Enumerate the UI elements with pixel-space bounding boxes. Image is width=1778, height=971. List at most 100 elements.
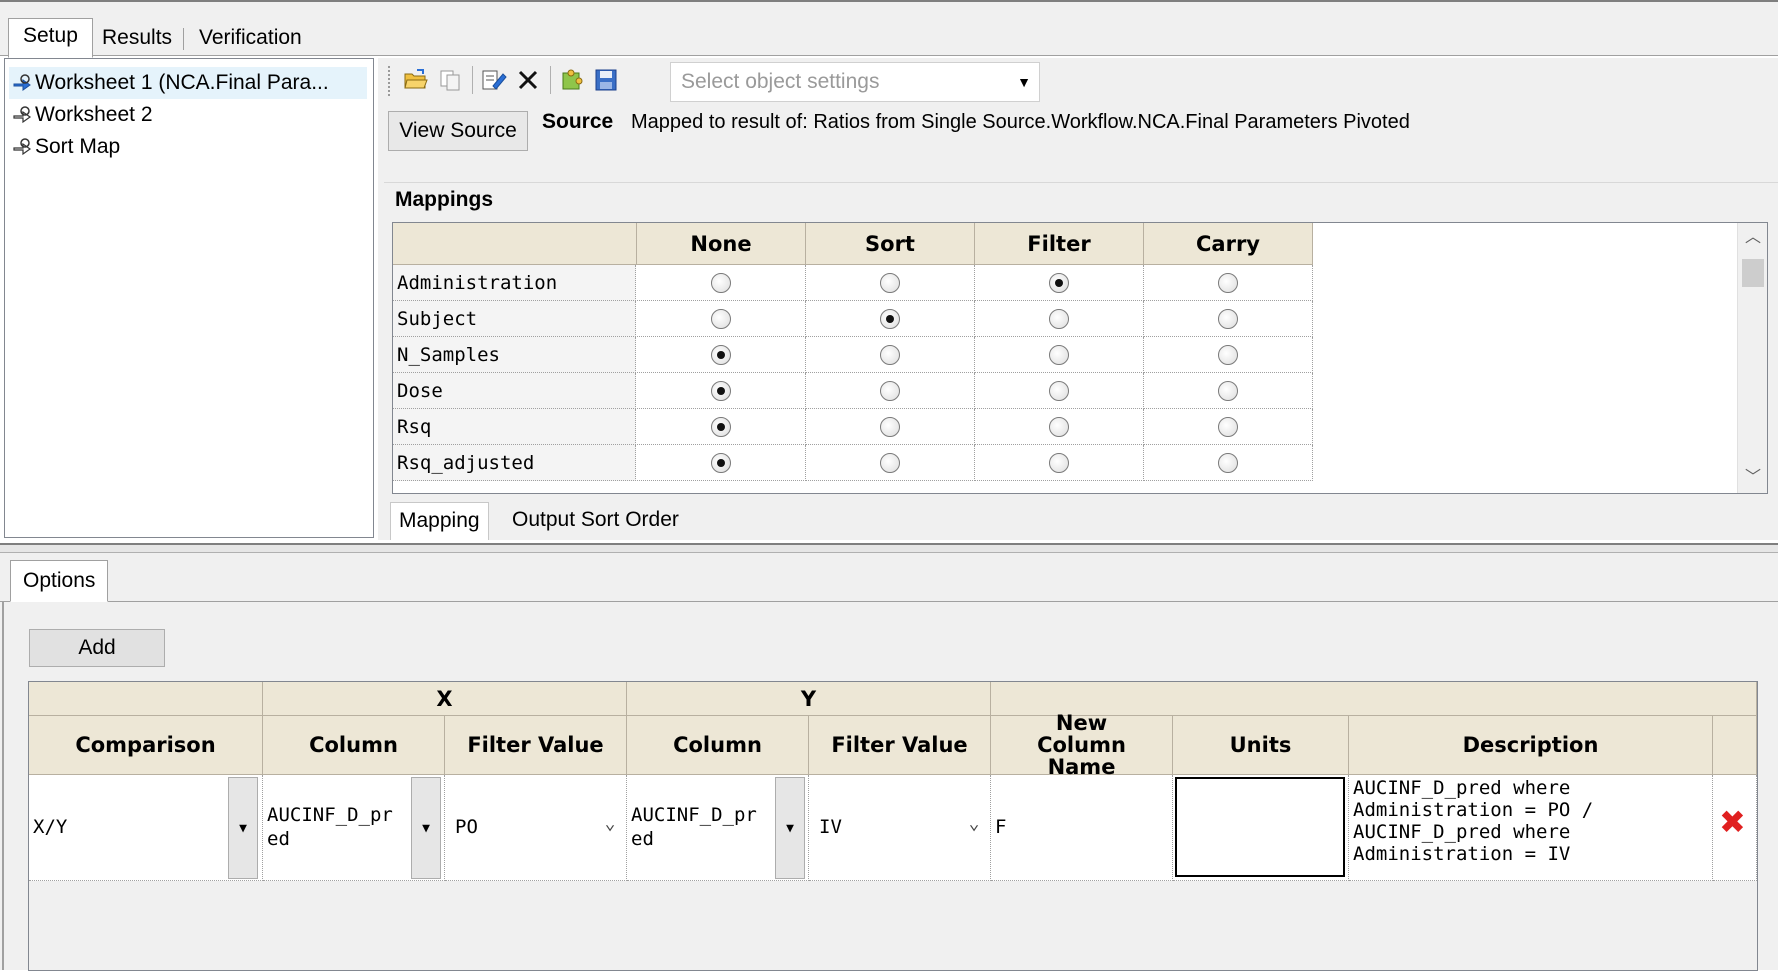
mappings-cell-none bbox=[637, 265, 806, 301]
mappings-cell-carry bbox=[1144, 301, 1313, 337]
radio-none[interactable] bbox=[711, 381, 731, 401]
radio-carry[interactable] bbox=[1218, 273, 1238, 293]
save-icon[interactable] bbox=[590, 64, 622, 96]
radio-carry[interactable] bbox=[1218, 381, 1238, 401]
mappings-row: Rsq_adjusted bbox=[393, 445, 1313, 481]
mappings-cell-carry bbox=[1144, 409, 1313, 445]
delete-row-icon[interactable]: ✖ bbox=[1719, 803, 1746, 841]
grid-header-none: None bbox=[637, 223, 806, 265]
y-filter-value: IV bbox=[819, 816, 842, 838]
chevron-down-icon[interactable]: ⌄ bbox=[963, 813, 985, 835]
radio-carry[interactable] bbox=[1218, 309, 1238, 329]
mappings-grid[interactable]: None Sort Filter Carry Administration Sub… bbox=[392, 222, 1768, 494]
mappings-cell-carry bbox=[1144, 265, 1313, 301]
tab-options[interactable]: Options bbox=[10, 560, 109, 602]
mappings-cell-sort bbox=[806, 301, 975, 337]
radio-sort[interactable] bbox=[880, 345, 900, 365]
radio-sort[interactable] bbox=[880, 417, 900, 437]
radio-none[interactable] bbox=[711, 309, 731, 329]
mappings-cell-carry bbox=[1144, 373, 1313, 409]
x-column-dropdown-icon[interactable]: ▼ bbox=[411, 777, 441, 879]
radio-none[interactable] bbox=[711, 453, 731, 473]
x-column-cell[interactable]: AUCINF_D_pred ▼ bbox=[263, 775, 445, 881]
radio-filter[interactable] bbox=[1049, 273, 1069, 293]
x-filter-value-cell[interactable]: PO ⌄ bbox=[445, 775, 627, 881]
radio-none[interactable] bbox=[711, 345, 731, 365]
radio-sort[interactable] bbox=[880, 309, 900, 329]
panel-splitter[interactable] bbox=[0, 543, 1778, 553]
description-value: AUCINF_D_pred where Administration = PO … bbox=[1353, 777, 1594, 865]
comparison-dropdown-icon[interactable]: ▼ bbox=[228, 777, 258, 879]
radio-filter[interactable] bbox=[1049, 453, 1069, 473]
mappings-cell-carry bbox=[1144, 445, 1313, 481]
puzzle-icon[interactable] bbox=[556, 64, 588, 96]
scroll-up-icon[interactable]: ︿ bbox=[1738, 223, 1767, 253]
mappings-cell-filter bbox=[975, 445, 1144, 481]
source-text: Mapped to result of: Ratios from Single … bbox=[631, 111, 1410, 133]
new-column-name-cell[interactable]: F bbox=[991, 775, 1173, 881]
mappings-scrollbar[interactable]: ︿ ﹀ bbox=[1737, 223, 1767, 493]
tree-item-sort-map[interactable]: Sort Map bbox=[11, 131, 120, 163]
tree-item-worksheet-2[interactable]: Worksheet 2 bbox=[11, 99, 153, 131]
scrollbar-thumb[interactable] bbox=[1742, 259, 1764, 287]
y-column-dropdown-icon[interactable]: ▼ bbox=[775, 777, 805, 879]
units-cell[interactable] bbox=[1173, 775, 1349, 881]
header-x-filter-value: Filter Value bbox=[445, 716, 627, 775]
copy-icon[interactable] bbox=[434, 64, 466, 96]
grid-header-sort: Sort bbox=[806, 223, 975, 265]
y-column-value: AUCINF_D_pred bbox=[631, 804, 757, 850]
radio-none[interactable] bbox=[711, 417, 731, 437]
units-input[interactable] bbox=[1175, 777, 1345, 877]
toolbar-grip[interactable] bbox=[388, 66, 391, 96]
object-settings-select[interactable]: Select object settings ▼ bbox=[670, 62, 1040, 102]
radio-none[interactable] bbox=[711, 273, 731, 293]
toolbar-separator bbox=[472, 66, 473, 94]
tree-item-worksheet-1[interactable]: Worksheet 1 (NCA.Final Para... bbox=[9, 67, 367, 99]
mappings-cell-sort bbox=[806, 373, 975, 409]
subtab-mapping[interactable]: Mapping bbox=[390, 502, 489, 540]
add-button[interactable]: Add bbox=[29, 629, 165, 667]
options-grid[interactable]: X Y Comparison Column Filter Value Colum… bbox=[28, 681, 1758, 971]
tree-item-label: Worksheet 1 (NCA.Final Para... bbox=[35, 71, 329, 94]
mappings-row: Administration bbox=[393, 265, 1313, 301]
edit-icon[interactable] bbox=[478, 64, 510, 96]
description-cell: AUCINF_D_pred where Administration = PO … bbox=[1349, 775, 1713, 881]
mappings-row-label: Administration bbox=[393, 265, 636, 301]
mappings-row-label: Rsq bbox=[393, 409, 636, 445]
mappings-row: N_Samples bbox=[393, 337, 1313, 373]
mappings-row: Dose bbox=[393, 373, 1313, 409]
y-filter-value-cell[interactable]: IV ⌄ bbox=[809, 775, 991, 881]
chevron-down-icon[interactable]: ⌄ bbox=[599, 813, 621, 835]
delete-icon[interactable] bbox=[512, 64, 544, 96]
radio-filter[interactable] bbox=[1049, 309, 1069, 329]
radio-carry[interactable] bbox=[1218, 453, 1238, 473]
open-folder-icon[interactable] bbox=[400, 64, 432, 96]
mappings-row: Subject bbox=[393, 301, 1313, 337]
dropdown-arrow-icon: ▼ bbox=[1017, 74, 1031, 90]
mappings-cell-none bbox=[637, 373, 806, 409]
radio-filter[interactable] bbox=[1049, 381, 1069, 401]
grid-header-filter: Filter bbox=[975, 223, 1144, 265]
radio-sort[interactable] bbox=[880, 453, 900, 473]
object-tree[interactable]: Worksheet 1 (NCA.Final Para... Worksheet… bbox=[4, 58, 374, 538]
radio-sort[interactable] bbox=[880, 381, 900, 401]
mappings-cell-filter bbox=[975, 409, 1144, 445]
tab-setup[interactable]: Setup bbox=[8, 18, 93, 58]
subtab-output-sort-order[interactable]: Output Sort Order bbox=[504, 502, 687, 540]
delete-cell[interactable]: ✖ bbox=[1713, 775, 1757, 881]
radio-filter[interactable] bbox=[1049, 417, 1069, 437]
radio-carry[interactable] bbox=[1218, 345, 1238, 365]
comparison-cell[interactable]: X/Y ▼ bbox=[29, 775, 263, 881]
tab-verification[interactable]: Verification bbox=[185, 21, 316, 57]
y-column-cell[interactable]: AUCINF_D_pred ▼ bbox=[627, 775, 809, 881]
new-column-name-value: F bbox=[995, 816, 1007, 838]
view-source-button[interactable]: View Source bbox=[388, 111, 528, 151]
radio-filter[interactable] bbox=[1049, 345, 1069, 365]
mappings-cell-filter bbox=[975, 265, 1144, 301]
scroll-down-icon[interactable]: ﹀ bbox=[1738, 463, 1767, 493]
mappings-cell-filter bbox=[975, 373, 1144, 409]
radio-sort[interactable] bbox=[880, 273, 900, 293]
radio-carry[interactable] bbox=[1218, 417, 1238, 437]
tab-results[interactable]: Results bbox=[88, 21, 186, 57]
mappings-cell-sort bbox=[806, 337, 975, 373]
